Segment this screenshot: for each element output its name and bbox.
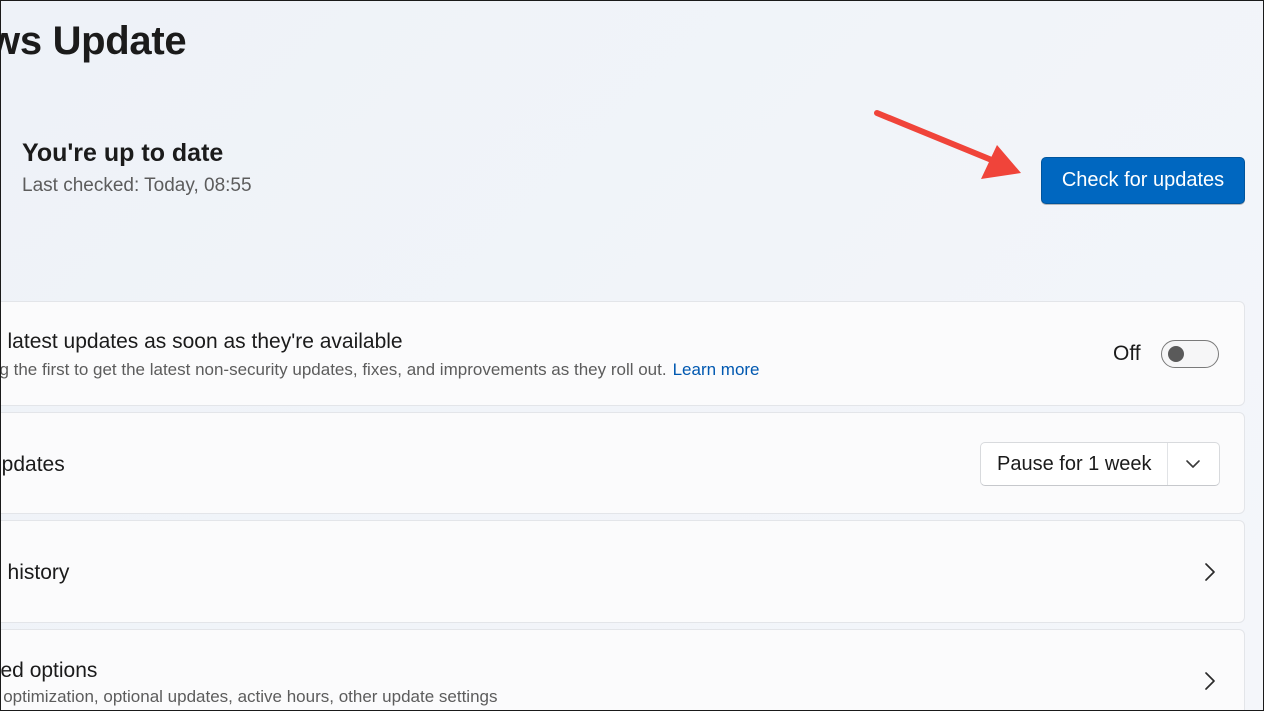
chevron-right-icon	[1205, 563, 1215, 581]
toggle-state-label: Off	[1113, 342, 1141, 365]
latest-updates-description-text: ng the first to get the latest non-secur…	[0, 360, 667, 379]
last-checked-text: Last checked: Today, 08:55	[22, 175, 252, 196]
update-history-card[interactable]: e history	[1, 520, 1245, 623]
chevron-right-icon	[1205, 672, 1215, 690]
update-history-title: e history	[1, 561, 70, 584]
toggle-knob	[1168, 346, 1184, 362]
latest-updates-description: ng the first to get the latest non-secur…	[0, 360, 760, 380]
settings-window: ws Update You're up to date Last checked…	[0, 0, 1264, 711]
update-status-title: You're up to date	[22, 139, 224, 167]
advanced-options-card[interactable]: ced options y optimization, optional upd…	[0, 629, 1245, 710]
latest-updates-card: e latest updates as soon as they're avai…	[0, 301, 1245, 406]
learn-more-link[interactable]: Learn more	[673, 360, 760, 379]
pause-duration-value: Pause for 1 week	[997, 453, 1152, 475]
page-title: ws Update	[0, 19, 187, 63]
latest-updates-toggle[interactable]	[1161, 340, 1219, 368]
annotation-arrow-icon	[874, 110, 1021, 179]
chevron-down-icon[interactable]	[1185, 457, 1201, 471]
check-for-updates-button[interactable]: Check for updates	[1041, 157, 1245, 204]
dropdown-divider	[1167, 443, 1168, 485]
advanced-options-title: ced options	[0, 659, 98, 682]
pause-updates-title: updates	[1, 453, 65, 476]
latest-updates-title: e latest updates as soon as they're avai…	[0, 330, 403, 353]
advanced-options-description: y optimization, optional updates, active…	[0, 687, 498, 706]
pause-updates-card: updates Pause for 1 week	[1, 412, 1245, 514]
pause-duration-dropdown[interactable]: Pause for 1 week	[980, 442, 1220, 486]
